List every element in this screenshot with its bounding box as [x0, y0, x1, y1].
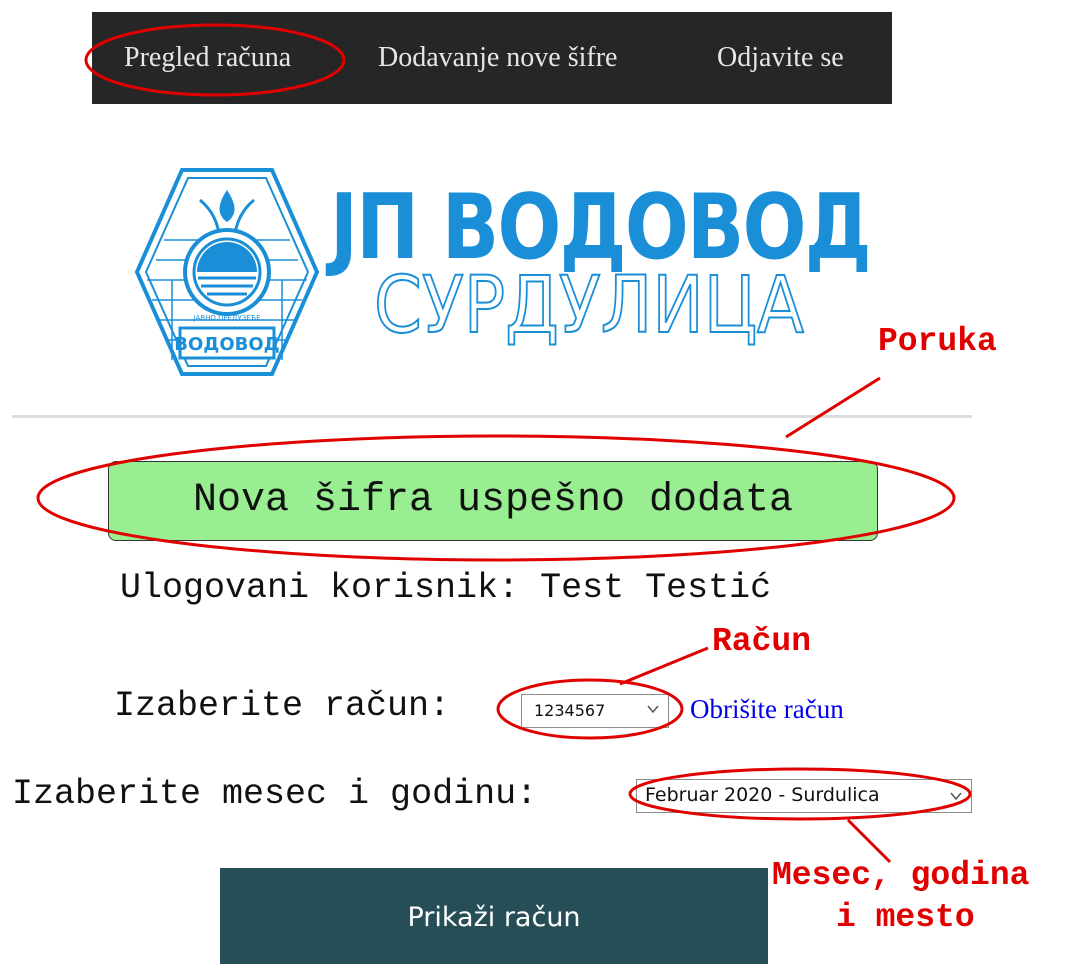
annotation-line-mesec [846, 818, 892, 864]
vodovod-logo-graphic: ВОДОВОД ЈАВНО ПРЕДУЗЕЋЕ ЈП ВОДОВОД СУРДУ… [134, 168, 872, 376]
nav-item-odjavite-se[interactable]: Odjavite se [717, 12, 844, 104]
account-select-label: Izaberite račun: [114, 686, 451, 726]
month-year-select[interactable]: Februar 2020 - Surdulica [636, 779, 972, 813]
annotation-label-mesec-line2: i mesto [836, 899, 975, 936]
chevron-down-icon [950, 792, 962, 801]
company-logo: ВОДОВОД ЈАВНО ПРЕДУЗЕЋЕ ЈП ВОДОВОД СУРДУ… [112, 160, 882, 385]
month-year-select-value: Februar 2020 - Surdulica [645, 784, 880, 806]
horizontal-divider [12, 415, 972, 418]
account-select-value: 1234567 [534, 701, 606, 720]
delete-account-link[interactable]: Obrišite račun [690, 694, 844, 725]
logo-subtitle: СУРДУЛИЦА [374, 261, 804, 351]
month-year-select-label: Izaberite mesec i godinu: [12, 774, 538, 814]
logged-in-user: Ulogovani korisnik: Test Testić [120, 568, 772, 608]
nav-item-dodavanje-nove-sifre[interactable]: Dodavanje nove šifre [378, 12, 617, 104]
svg-text:ВОДОВОД: ВОДОВОД [174, 334, 279, 355]
top-navbar: Pregled računa Dodavanje nove šifre Odja… [92, 12, 892, 104]
annotation-line-racun [619, 646, 709, 686]
success-message: Nova šifra uspešno dodata [108, 461, 878, 541]
annotation-label-poruka: Poruka [878, 323, 997, 360]
annotation-label-racun: Račun [712, 623, 812, 660]
svg-text:ЈАВНО ПРЕДУЗЕЋЕ: ЈАВНО ПРЕДУЗЕЋЕ [192, 314, 260, 322]
show-invoice-button[interactable]: Prikaži račun [220, 868, 768, 964]
account-select[interactable]: 1234567 [521, 694, 669, 728]
annotation-label-mesec-line1: Mesec, godina [772, 857, 1030, 894]
annotation-line-poruka [785, 376, 881, 439]
success-message-text: Nova šifra uspešno dodata [192, 478, 794, 523]
emblem-icon: ВОДОВОД ЈАВНО ПРЕДУЗЕЋЕ [134, 168, 320, 376]
nav-item-pregled-racuna[interactable]: Pregled računa [124, 12, 291, 104]
chevron-down-icon [647, 705, 659, 714]
